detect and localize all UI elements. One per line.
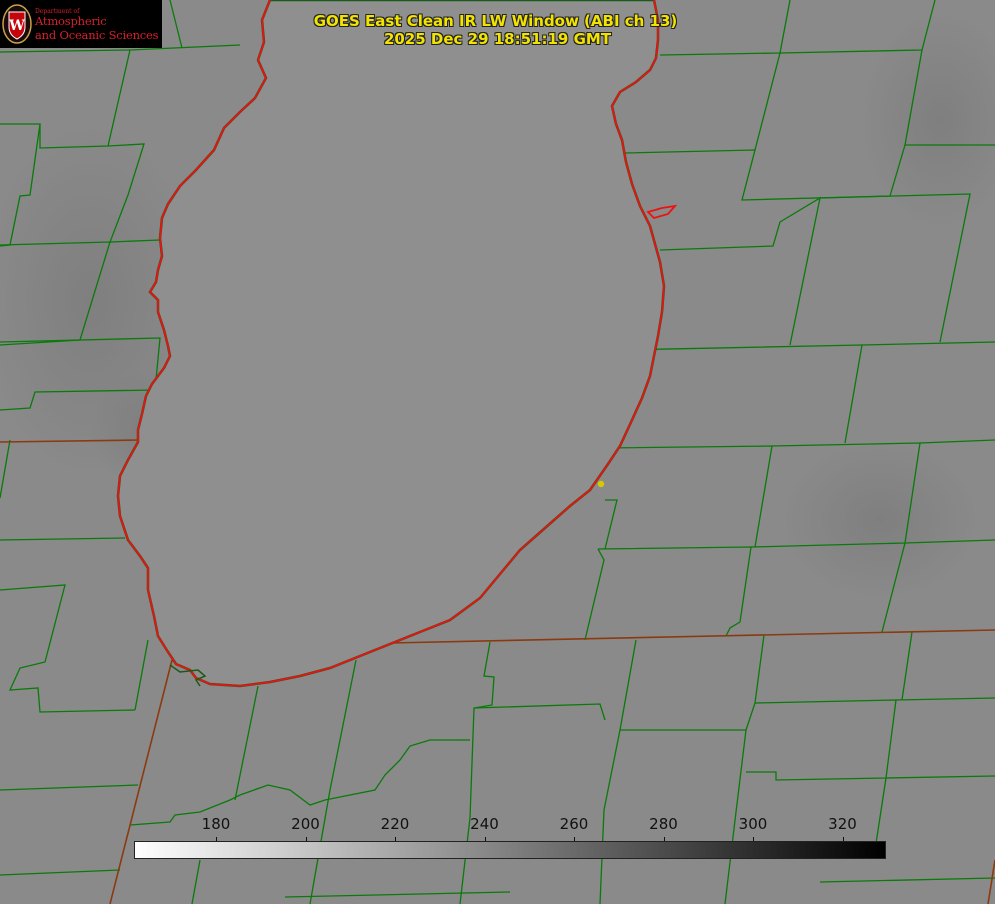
cloud-texture [780,440,980,600]
colorbar-tick-label: 320 [828,815,857,833]
image-timestamp: 2025 Dec 29 18:51:19 GMT [383,30,612,48]
colorbar-tick-label: 200 [291,815,320,833]
temperature-colorbar [134,841,886,859]
satellite-viewer: W Department of Atmospheric and Oceanic … [0,0,995,904]
colorbar-tick-label: 260 [559,815,589,833]
location-marker[interactable] [597,480,605,488]
colorbar-tick-label: 220 [380,815,410,833]
satellite-map [0,0,995,904]
colorbar-tick-label: 240 [470,815,499,833]
colorbar-tick-label: 280 [649,815,678,833]
colorbar-tick-label: 300 [738,815,768,833]
product-title: GOES East Clean IR LW Window (ABI ch 13) [313,12,678,30]
colorbar-tick-label: 180 [201,815,231,833]
